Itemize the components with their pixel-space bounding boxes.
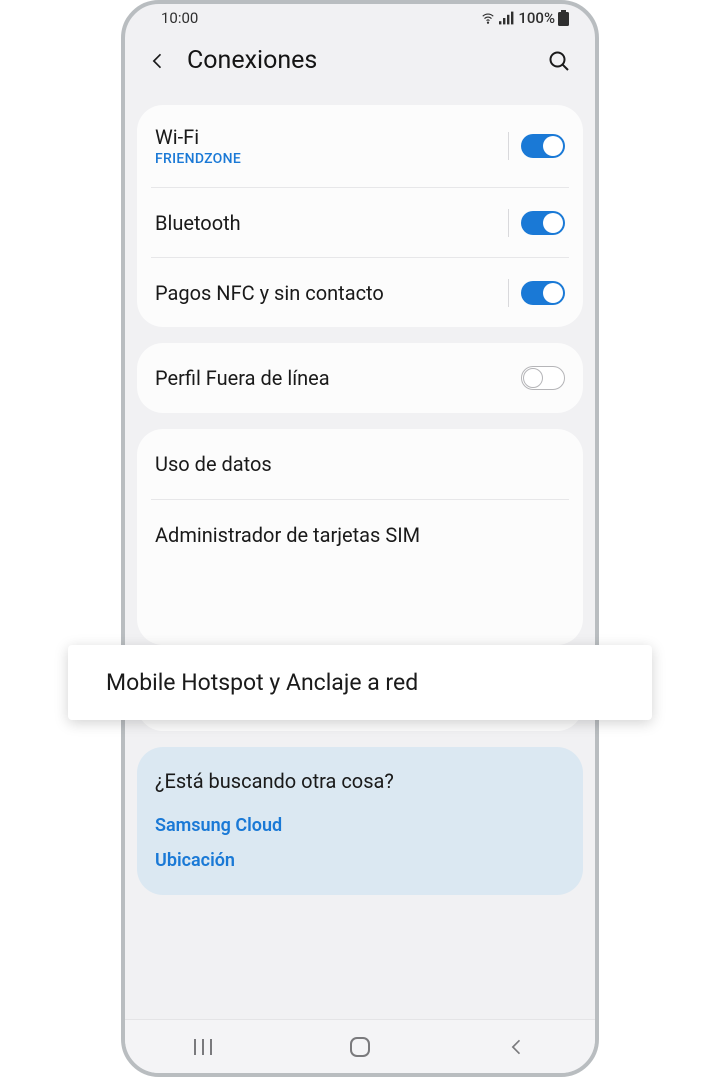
row-wifi[interactable]: Wi-Fi FRIENDZONE [137,105,583,187]
wifi-toggle[interactable] [521,134,565,158]
bluetooth-toggle[interactable] [521,211,565,235]
header: Conexiones [125,32,595,105]
bluetooth-title: Bluetooth [155,211,508,235]
nfc-title: Pagos NFC y sin contacto [155,281,508,305]
wifi-title: Wi-Fi [155,125,508,149]
suggest-link-samsung-cloud[interactable]: Samsung Cloud [155,815,565,836]
nfc-toggle[interactable] [521,281,565,305]
suggest-link-ubicacion[interactable]: Ubicación [155,850,565,871]
wifi-subtitle: FRIENDZONE [155,151,508,167]
battery-icon [558,10,569,26]
nav-bar [125,1019,595,1073]
airplane-toggle[interactable] [521,366,565,390]
status-bar: 10:00 100% [125,4,595,32]
nav-home[interactable] [330,1036,390,1058]
card-data: Uso de datos Administrador de tarjetas S… [137,429,583,645]
row-bluetooth[interactable]: Bluetooth [151,187,569,257]
card-suggestions: ¿Está buscando otra cosa? Samsung Cloud … [137,747,583,895]
nav-recents[interactable] [173,1037,233,1057]
row-sim[interactable]: Administrador de tarjetas SIM [151,499,569,569]
back-button[interactable] [143,49,173,73]
data-usage-title: Uso de datos [155,452,565,476]
content: Wi-Fi FRIENDZONE Bluetooth [125,105,595,895]
search-button[interactable] [541,49,577,73]
divider [508,132,509,160]
card-connectivity: Wi-Fi FRIENDZONE Bluetooth [137,105,583,327]
status-right: 100% [480,9,569,27]
row-hotspot-highlight[interactable]: Mobile Hotspot y Anclaje a red [68,645,652,720]
divider [508,209,509,237]
row-nfc[interactable]: Pagos NFC y sin contacto [151,257,569,327]
status-battery-text: 100% [518,9,555,27]
airplane-title: Perfil Fuera de línea [155,366,521,390]
wifi-icon [480,11,496,25]
hotspot-spacer [137,569,583,645]
row-data-usage[interactable]: Uso de datos [137,429,583,499]
phone-frame: 10:00 100% Conexiones [121,0,599,1077]
row-airplane[interactable]: Perfil Fuera de línea [137,343,583,413]
signal-icon [499,11,515,25]
divider [508,279,509,307]
card-airplane: Perfil Fuera de línea [137,343,583,413]
status-time: 10:00 [161,9,198,27]
suggest-question: ¿Está buscando otra cosa? [155,769,565,793]
page-title: Conexiones [187,46,541,75]
sim-title: Administrador de tarjetas SIM [155,523,565,547]
nav-back[interactable] [487,1036,547,1058]
hotspot-title: Mobile Hotspot y Anclaje a red [106,669,614,696]
